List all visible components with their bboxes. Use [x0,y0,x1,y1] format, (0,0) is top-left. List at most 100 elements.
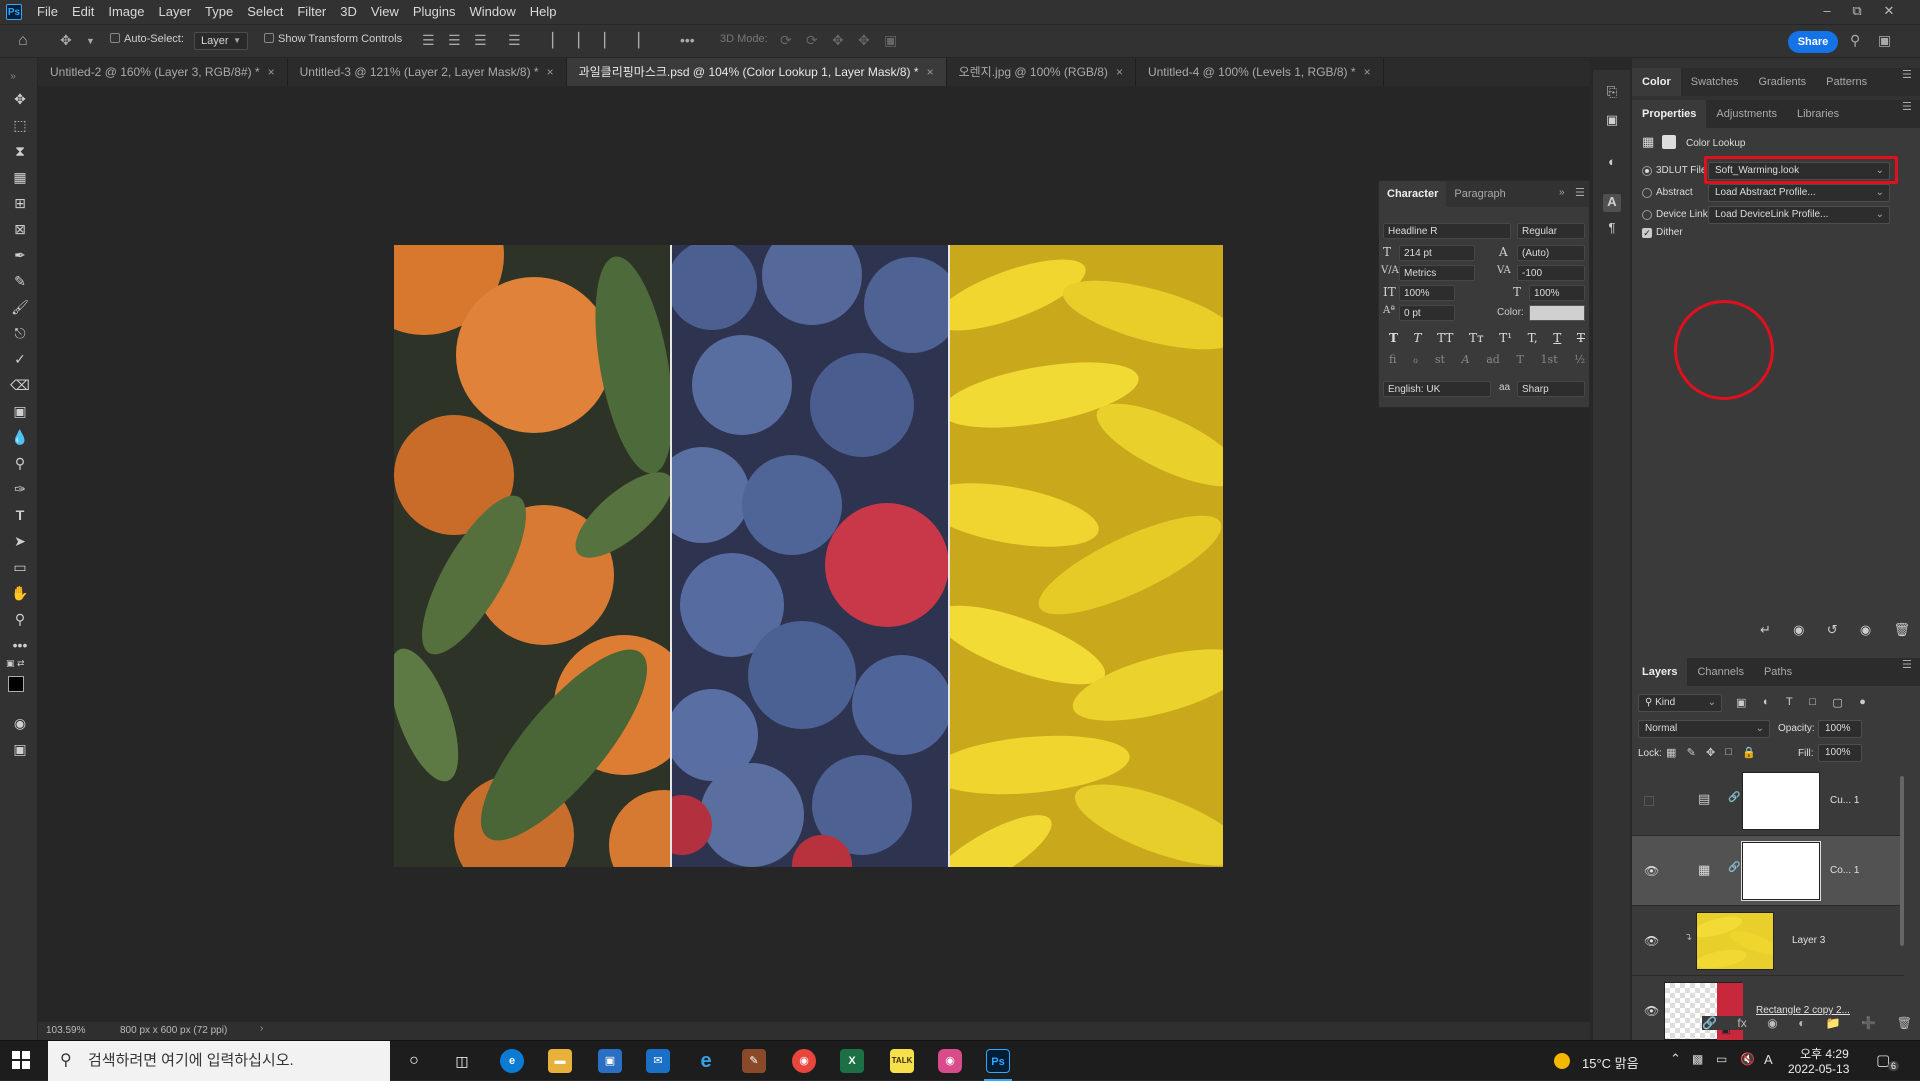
lock-all-icon[interactable]: 🔒 [1742,746,1756,759]
strikethrough-button[interactable]: T [1577,331,1585,345]
tab-channels[interactable]: Channels [1687,658,1753,686]
link-icon[interactable]: 🔗 [1728,862,1740,873]
close-icon[interactable]: × [547,65,554,79]
search-icon[interactable]: ⚲ [1850,32,1860,49]
subscript-button[interactable]: T, [1528,331,1538,345]
panel-menu-icon[interactable]: ☰ [1575,186,1585,199]
ligature-button[interactable]: fi [1389,353,1396,366]
menu-type[interactable]: Type [198,0,240,24]
close-icon[interactable]: × [927,65,934,79]
abstract-select[interactable]: Load Abstract Profile... ⌄ [1708,184,1890,202]
font-family-select[interactable]: Headline R [1383,223,1511,239]
frame-tool-icon[interactable]: ⊠ [9,218,31,240]
stylistic-alt-button[interactable]: st [1435,353,1445,366]
tab-layers[interactable]: Layers [1632,658,1688,686]
gradient-tool-icon[interactable]: ▣ [9,400,31,422]
layer-row[interactable]: 👁 ▣ Rectangle 2 copy 2... [1632,976,1904,1046]
tab-gradients[interactable]: Gradients [1748,68,1816,96]
align-center-icon[interactable]: ☰ [448,32,461,49]
minimize-icon[interactable]: – [1812,0,1842,24]
display-icon[interactable]: ▭ [1716,1052,1727,1066]
shape-filter-icon[interactable]: □ [1809,696,1816,709]
menu-file[interactable]: File [30,0,65,24]
tab-character[interactable]: Character [1379,181,1447,207]
clone-stamp-icon[interactable]: ⎋ [9,322,31,344]
link-icon[interactable]: 🔗 [1728,792,1740,803]
layer-name[interactable]: Co... 1 [1830,865,1859,876]
path-select-icon[interactable]: ➤ [9,530,31,552]
menu-plugins[interactable]: Plugins [406,0,463,24]
layer-name[interactable]: Layer 3 [1792,935,1825,946]
menu-layer[interactable]: Layer [152,0,199,24]
align-bottom-icon[interactable]: ▏ [604,32,615,49]
tracking-field[interactable]: -100 [1517,265,1585,281]
close-icon[interactable]: × [1364,65,1371,79]
layer-select[interactable]: Layer ▼ [194,32,248,50]
windows-start-icon[interactable] [12,1051,30,1069]
vertical-scale-field[interactable]: 100% [1399,285,1455,301]
edit-toolbar-icon[interactable]: ••• [9,634,31,656]
blur-tool-icon[interactable]: 💧 [9,426,31,448]
collapse-icon[interactable]: » [2,66,24,88]
menu-image[interactable]: Image [101,0,151,24]
panel-menu-icon[interactable]: ☰ [1902,100,1912,113]
clock-time[interactable]: 오후 4:29 [1800,1045,1849,1062]
paint-icon[interactable]: ✎ [742,1049,766,1073]
screen-mode-icon[interactable]: ▣ [9,738,31,760]
type-tool-icon[interactable]: T [9,504,31,526]
share-button[interactable]: Share [1788,31,1838,53]
tab-untitled-3[interactable]: Untitled-3 @ 121% (Layer 2, Layer Mask/8… [287,58,567,86]
healing-brush-icon[interactable]: ✎ [9,270,31,292]
chevron-up-icon[interactable]: ⌃ [1670,1051,1681,1067]
fill-field[interactable]: 100% [1818,744,1862,762]
reset-icon[interactable]: ↺ [1827,622,1838,638]
swash-button[interactable]: A [1462,353,1470,366]
smart-object-filter-icon[interactable]: ▢ [1832,696,1842,709]
menu-help[interactable]: Help [523,0,564,24]
chevron-right-icon[interactable]: › [260,1023,263,1034]
text-color-swatch[interactable] [1529,305,1585,321]
layer-name[interactable]: Cu... 1 [1830,795,1859,806]
visibility-toggle[interactable] [1644,796,1654,806]
3dlut-radio[interactable] [1642,166,1652,176]
leading-field[interactable]: (Auto) [1517,245,1585,261]
layer-filter-select[interactable]: ⚲ Kind ⌄ [1638,694,1722,712]
tab-paragraph[interactable]: Paragraph [1446,181,1513,207]
distribute-icon[interactable]: ☰ [508,32,521,49]
lock-transparent-icon[interactable]: ▦ [1666,746,1676,759]
workspace-icon[interactable]: ▣ [1878,32,1891,49]
layer-row[interactable]: ▤ 🔗 Cu... 1 [1632,766,1904,836]
underline-button[interactable]: T [1553,331,1561,345]
tab-orange-jpg[interactable]: 오렌지.jpg @ 100% (RGB/8) × [946,58,1136,86]
ime-indicator[interactable]: A [1764,1052,1773,1067]
kerning-select[interactable]: Metrics [1399,265,1475,281]
new-adjustment-icon[interactable]: ◐ [1798,1016,1805,1030]
restore-icon[interactable]: ⧉ [1842,0,1872,24]
kakaotalk-icon[interactable]: TALK [890,1049,914,1073]
menu-window[interactable]: Window [462,0,522,24]
foreground-color-swatch[interactable] [8,676,24,692]
device-link-select[interactable]: Load DeviceLink Profile... ⌄ [1708,206,1890,224]
crop-tool-icon[interactable]: ⊞ [9,192,31,214]
link-layers-icon[interactable]: 🔗 [1702,1016,1717,1030]
ordinal-button[interactable]: T [1517,353,1524,366]
eye-icon[interactable]: 👁 [1644,934,1659,948]
dodge-tool-icon[interactable]: ⚲ [9,452,31,474]
zoom-level[interactable]: 103.59% [46,1025,85,1036]
volume-mute-icon[interactable]: 🔇 [1740,1052,1755,1066]
photoshop-taskbar-icon[interactable]: Ps [986,1049,1010,1073]
pen-tool-icon[interactable]: ✑ [9,478,31,500]
new-group-icon[interactable]: 📁 [1826,1016,1841,1030]
document-image[interactable] [394,245,1223,867]
tab-paths[interactable]: Paths [1754,658,1802,686]
rectangle-tool-icon[interactable]: ▭ [9,556,31,578]
small-caps-button[interactable]: Tт [1469,331,1484,345]
tab-untitled-2[interactable]: Untitled-2 @ 160% (Layer 3, RGB/8#) * × [38,58,288,86]
eyedropper-icon[interactable]: ✒ [9,244,31,266]
quick-mask-icon[interactable]: ◉ [9,712,31,734]
menu-3d[interactable]: 3D [333,0,364,24]
history-brush-icon[interactable]: ✓ [9,348,31,370]
hand-tool-icon[interactable]: ✋ [9,582,31,604]
fractions-button[interactable]: ½ [1574,353,1585,366]
layer-thumbnail[interactable] [1696,912,1774,970]
